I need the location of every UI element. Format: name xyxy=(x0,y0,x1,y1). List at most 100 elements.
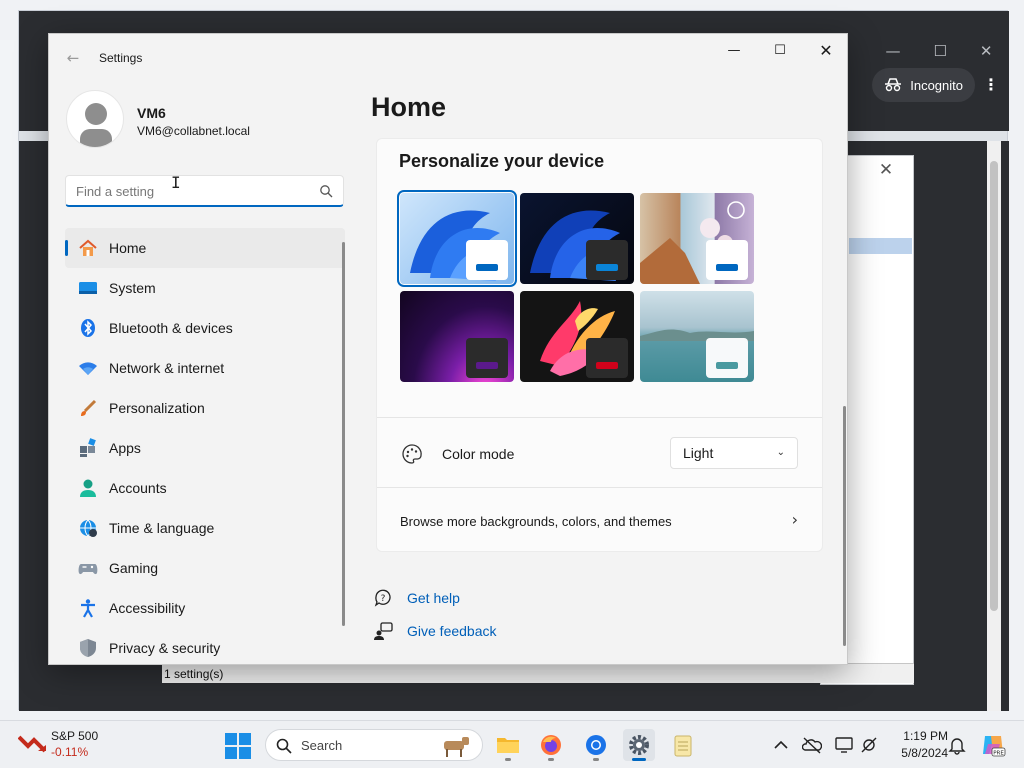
wallpaper-thumbnail[interactable] xyxy=(520,291,634,382)
nav-label: System xyxy=(109,280,156,296)
nav-item-accounts[interactable]: Accounts xyxy=(65,468,345,508)
wallpaper-thumbnail[interactable] xyxy=(640,193,754,284)
nav-label: Apps xyxy=(109,440,141,456)
gear-icon xyxy=(629,735,649,755)
copilot-icon[interactable]: PRE xyxy=(980,732,1006,758)
nav-item-home[interactable]: Home xyxy=(65,228,345,268)
wallpaper-thumbnail[interactable] xyxy=(397,190,517,287)
taskbar-search[interactable]: Search xyxy=(265,729,483,761)
avatar[interactable] xyxy=(66,90,124,148)
back-button[interactable]: ← xyxy=(59,46,87,70)
svg-text:PRE: PRE xyxy=(993,751,1004,757)
search-highlight-icon xyxy=(444,737,469,757)
search-icon[interactable] xyxy=(319,184,333,198)
palette-icon xyxy=(402,444,422,464)
display-icon[interactable] xyxy=(834,735,854,755)
clock-date[interactable]: 5/8/2024 xyxy=(888,746,948,760)
browser-window-controls: — ☐ ✕ xyxy=(869,31,1009,71)
nav-item-network[interactable]: Network & internet xyxy=(65,348,345,388)
user-name: VM6 xyxy=(137,105,166,121)
browse-themes-label: Browse more backgrounds, colors, and the… xyxy=(400,514,672,529)
nav-item-bluetooth[interactable]: Bluetooth & devices xyxy=(65,308,345,348)
maximize-button[interactable]: ☐ xyxy=(757,36,803,66)
browser-scrollbar[interactable] xyxy=(987,141,1001,711)
svg-text:?: ? xyxy=(381,594,386,604)
user-email: VM6@collabnet.local xyxy=(137,124,250,138)
incognito-label: Incognito xyxy=(910,77,963,93)
wallpaper-thumbnail[interactable] xyxy=(520,193,634,284)
window-title: Settings xyxy=(99,51,143,65)
browser-icon xyxy=(586,735,606,755)
wallpaper-thumbnail[interactable] xyxy=(400,291,514,382)
nav-item-gaming[interactable]: Gaming xyxy=(65,548,345,588)
nav-item-system[interactable]: System xyxy=(65,268,345,308)
notepad-icon xyxy=(674,735,692,757)
nav-item-time-language[interactable]: Time & language xyxy=(65,508,345,548)
close-icon[interactable]: ✕ xyxy=(980,42,993,60)
windows-start-icon[interactable] xyxy=(224,732,252,760)
home-icon xyxy=(77,237,99,259)
nav-label: Bluetooth & devices xyxy=(109,320,233,336)
search-box[interactable] xyxy=(65,175,344,207)
close-button[interactable]: ✕ xyxy=(803,36,847,66)
accent-bar xyxy=(596,264,618,271)
running-indicator xyxy=(548,758,554,761)
nav-scrollbar[interactable] xyxy=(342,242,345,626)
title-bar: ← Settings — ☐ ✕ xyxy=(49,34,847,82)
clock-time[interactable]: 1:19 PM xyxy=(888,729,948,743)
nav-item-accessibility[interactable]: Accessibility xyxy=(65,588,345,628)
content-scrollbar[interactable] xyxy=(843,406,846,646)
page-title: Home xyxy=(371,92,447,122)
settings-app[interactable] xyxy=(623,729,655,761)
give-feedback-link[interactable]: Give feedback xyxy=(373,621,497,641)
nav-item-apps[interactable]: Apps xyxy=(65,428,345,468)
color-mode-dropdown[interactable]: Light ⌄ xyxy=(670,437,798,469)
accent-bar xyxy=(716,264,738,271)
file-explorer-app[interactable] xyxy=(492,729,524,761)
text-cursor-icon: I xyxy=(171,173,181,192)
scroll-thumb[interactable] xyxy=(990,161,998,611)
give-feedback-label: Give feedback xyxy=(407,623,497,639)
browser-app[interactable] xyxy=(580,729,612,761)
dialog-close-icon[interactable]: ✕ xyxy=(866,158,906,182)
get-help-label: Get help xyxy=(407,590,460,606)
shield-icon xyxy=(77,637,99,659)
color-mode-value: Light xyxy=(683,445,714,461)
bluetooth-icon xyxy=(77,317,99,339)
incognito-badge[interactable]: Incognito xyxy=(872,68,975,102)
firefox-app[interactable] xyxy=(535,729,567,761)
minimize-button[interactable]: — xyxy=(711,36,757,66)
get-help-link[interactable]: ? Get help xyxy=(373,588,460,608)
notification-bell-icon[interactable] xyxy=(947,735,967,755)
more-menu-icon[interactable]: ⋮ xyxy=(983,75,999,94)
taskbar: S&P 500 -0.11% Search 1:19 PM 5/8/2024 P… xyxy=(0,720,1024,768)
maximize-icon[interactable]: ☐ xyxy=(933,42,946,60)
chevron-up-icon[interactable] xyxy=(771,735,791,755)
network-icon[interactable] xyxy=(859,735,879,755)
nav-label: Time & language xyxy=(109,520,215,536)
notepad-app[interactable] xyxy=(667,729,699,761)
nav-item-personalization[interactable]: Personalization xyxy=(65,388,345,428)
personalize-card: Personalize your device Color mode Light… xyxy=(376,138,823,552)
folder-icon xyxy=(497,738,519,753)
system-icon xyxy=(77,277,99,299)
nav-label: Personalization xyxy=(109,400,205,416)
mini-window-preview xyxy=(586,240,628,280)
nav-label: Home xyxy=(109,240,147,256)
mini-window-preview xyxy=(466,240,508,280)
status-text: 1 setting(s) xyxy=(164,667,224,681)
feedback-icon xyxy=(374,622,393,640)
stock-name[interactable]: S&P 500 xyxy=(51,729,98,743)
onedrive-icon[interactable] xyxy=(802,735,822,755)
stock-chart-icon[interactable] xyxy=(18,731,46,757)
minimize-icon[interactable]: — xyxy=(885,42,900,60)
browse-themes-row[interactable]: Browse more backgrounds, colors, and the… xyxy=(377,488,822,551)
desktop-icons xyxy=(0,40,18,700)
nav-label: Gaming xyxy=(109,560,159,576)
accessibility-icon xyxy=(77,597,99,619)
wallpaper-thumbnail[interactable] xyxy=(640,291,754,382)
nav-label: Accounts xyxy=(109,480,167,496)
nav-label: Privacy & security xyxy=(109,640,221,656)
nav-item-privacy[interactable]: Privacy & security xyxy=(65,628,345,664)
search-input[interactable] xyxy=(76,182,306,200)
